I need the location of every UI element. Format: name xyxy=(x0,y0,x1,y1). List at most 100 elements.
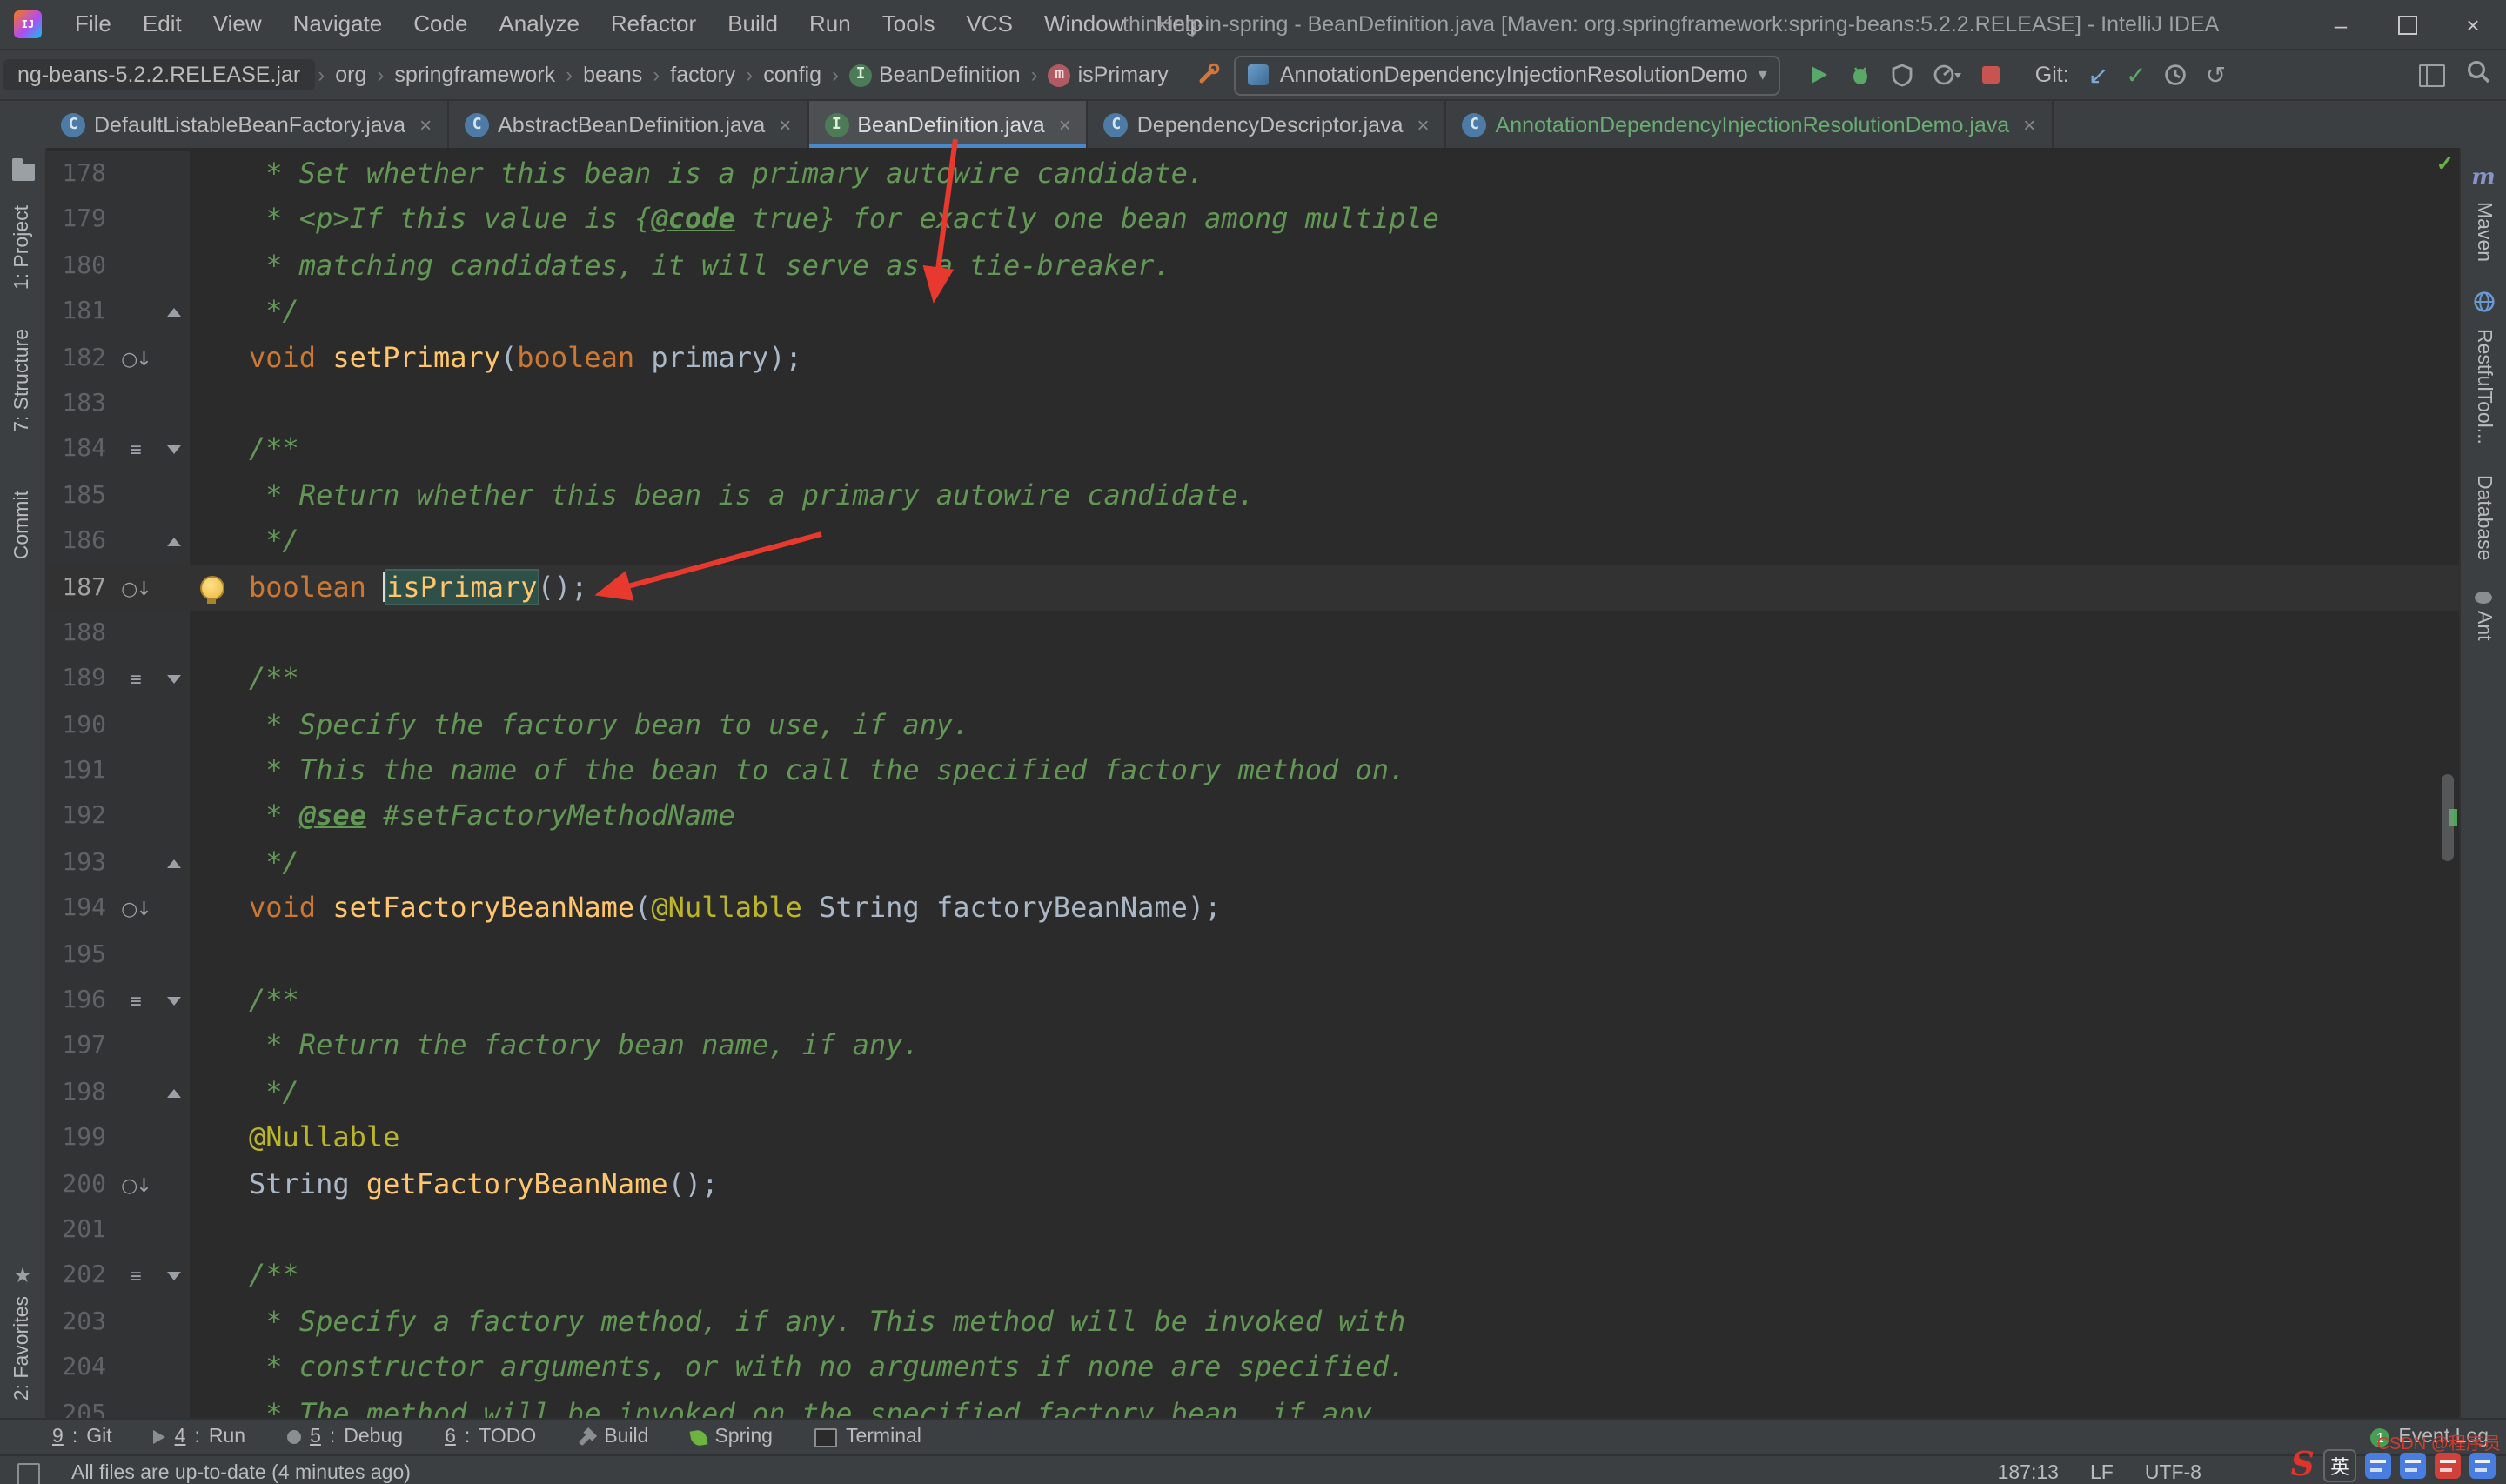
toolwindow-button-build[interactable]: Build xyxy=(578,1427,648,1447)
menu-item-tools[interactable]: Tools xyxy=(867,0,951,49)
code-line[interactable]: 202 /** xyxy=(47,1253,2459,1300)
fold-end-icon[interactable] xyxy=(167,307,181,317)
code-line[interactable]: 205 * The method will be invoked on the … xyxy=(47,1391,2459,1418)
coverage-button[interactable] xyxy=(1891,63,1915,87)
code-line[interactable]: 179 * <p>If this value is {@code true} f… xyxy=(47,197,2459,244)
doc-render-toggle-icon[interactable] xyxy=(130,976,141,1026)
debug-button[interactable] xyxy=(1849,63,1873,87)
toolwindow-button-ant[interactable]: Ant xyxy=(2473,612,2494,642)
code-line[interactable]: 190 * Specify the factory bean to use, i… xyxy=(47,702,2459,749)
git-history-button[interactable] xyxy=(2164,63,2188,87)
profiler-button[interactable] xyxy=(1933,63,1964,87)
code-line[interactable]: 180 * matching candidates, it will serve… xyxy=(47,243,2459,290)
code-line[interactable]: 184 /** xyxy=(47,425,2459,475)
minimize-button[interactable]: – xyxy=(2308,0,2374,49)
breadcrumb-item[interactable]: springframework xyxy=(387,61,562,89)
run-configuration-select[interactable]: AnnotationDependencyInjectionResolutionD… xyxy=(1234,55,1781,95)
doc-render-toggle-icon[interactable] xyxy=(130,1252,141,1301)
menu-item-navigate[interactable]: Navigate xyxy=(278,0,399,49)
code-line[interactable]: 181 */ xyxy=(47,289,2459,336)
toolwindow-button-commit[interactable]: Commit xyxy=(12,491,33,559)
toolwindow-button-maven[interactable]: Maven xyxy=(2473,202,2494,262)
breadcrumb-item[interactable]: beans xyxy=(576,61,649,89)
fold-start-icon[interactable] xyxy=(167,674,181,684)
intention-bulb-icon[interactable] xyxy=(200,575,224,604)
run-button[interactable] xyxy=(1807,63,1832,87)
code-line[interactable]: 204 * constructor arguments, or with no … xyxy=(47,1345,2459,1392)
toolwindow-button-run[interactable]: 4 Run xyxy=(153,1427,245,1447)
implemented-marker-icon[interactable] xyxy=(121,333,151,383)
git-rollback-button[interactable]: ↺ xyxy=(2206,60,2226,90)
menu-item-refactor[interactable]: Refactor xyxy=(595,0,712,49)
maven-icon[interactable]: m xyxy=(2471,165,2496,191)
menu-item-analyze[interactable]: Analyze xyxy=(483,0,595,49)
fold-start-icon[interactable] xyxy=(167,996,181,1006)
toolwindow-button-debug[interactable]: 5 Debug xyxy=(287,1427,403,1447)
code-line[interactable]: 183 xyxy=(47,380,2459,427)
tab-close-icon[interactable]: × xyxy=(779,112,791,137)
code-line[interactable]: 197 * Return the factory bean name, if a… xyxy=(47,1023,2459,1070)
tab-close-icon[interactable]: × xyxy=(2023,112,2035,137)
code-line[interactable]: 195 xyxy=(47,932,2459,979)
caret-position[interactable]: 187:13 xyxy=(1998,1463,2059,1484)
maximize-button[interactable] xyxy=(2374,0,2440,49)
code-line[interactable]: 187 boolean isPrimary(); xyxy=(47,565,2459,611)
globe-icon[interactable] xyxy=(2472,290,2495,318)
toolwindow-button-database[interactable]: Database xyxy=(2473,475,2494,560)
doc-render-toggle-icon[interactable] xyxy=(130,425,141,475)
editor-tab[interactable]: C AnnotationDependencyInjectionResolution… xyxy=(1446,101,2054,148)
fold-start-icon[interactable] xyxy=(167,445,181,455)
doc-render-toggle-icon[interactable] xyxy=(130,655,141,705)
menu-item-view[interactable]: View xyxy=(198,0,278,49)
file-encoding[interactable]: UTF-8 xyxy=(2145,1463,2201,1484)
breadcrumb-item[interactable]: org xyxy=(328,61,373,89)
git-commit-button[interactable]: ✓ xyxy=(2126,60,2146,90)
editor-tab[interactable]: C DependencyDescriptor.java × xyxy=(1088,101,1447,148)
ant-icon[interactable] xyxy=(2475,592,2492,605)
code-line[interactable]: 200 String getFactoryBeanName(); xyxy=(47,1161,2459,1207)
editor-scrollbar[interactable] xyxy=(2438,179,2459,1418)
code-line[interactable]: 193 */ xyxy=(47,839,2459,886)
menu-item-edit[interactable]: Edit xyxy=(127,0,198,49)
code-editor[interactable]: 178 * Set whether this bean is a primary… xyxy=(47,148,2459,1418)
toolwindow-button-spring[interactable]: Spring xyxy=(689,1427,773,1447)
tab-close-icon[interactable]: × xyxy=(1059,112,1071,137)
code-line[interactable]: 192 * @see #setFactoryMethodName xyxy=(47,793,2459,840)
code-line[interactable]: 196 /** xyxy=(47,978,2459,1024)
code-line[interactable]: 199 @Nullable xyxy=(47,1115,2459,1162)
toolwindow-switcher-icon[interactable] xyxy=(17,1462,40,1484)
implemented-marker-icon[interactable] xyxy=(121,563,151,612)
code-line[interactable]: 186 */ xyxy=(47,518,2459,565)
ime-settings-icon[interactable] xyxy=(2469,1453,2496,1479)
stop-button[interactable] xyxy=(1981,64,2002,85)
hide-toolwindows-button[interactable] xyxy=(2419,64,2445,86)
menu-item-file[interactable]: File xyxy=(59,0,127,49)
menu-item-vcs[interactable]: VCS xyxy=(950,0,1028,49)
code-line[interactable]: 203 * Specify a factory method, if any. … xyxy=(47,1299,2459,1346)
code-line[interactable]: 178 * Set whether this bean is a primary… xyxy=(47,151,2459,197)
breadcrumb-item[interactable]: ng-beans-5.2.2.RELEASE.jar xyxy=(3,59,315,90)
breadcrumb-item[interactable]: m isPrimary xyxy=(1042,61,1176,89)
tab-close-icon[interactable]: × xyxy=(1417,112,1430,137)
menu-item-run[interactable]: Run xyxy=(794,0,867,49)
code-line[interactable]: 185 * Return whether this bean is a prim… xyxy=(47,472,2459,519)
fold-end-icon[interactable] xyxy=(167,859,181,868)
ime-language-badge[interactable]: 英 xyxy=(2323,1449,2356,1482)
editor-tab[interactable]: C AbstractBeanDefinition.java × xyxy=(449,101,809,148)
implemented-marker-icon[interactable] xyxy=(121,1160,151,1209)
toolwindow-button-structure[interactable]: 7: Structure xyxy=(12,328,33,431)
inspection-status-icon[interactable]: ✓ xyxy=(2436,151,2454,176)
ime-keyboard-icon[interactable] xyxy=(2400,1453,2426,1479)
ime-skin-icon[interactable] xyxy=(2435,1453,2461,1479)
code-line[interactable]: 194 void setFactoryBeanName(@Nullable Str… xyxy=(47,886,2459,933)
tab-close-icon[interactable]: × xyxy=(419,112,432,137)
toolwindow-button-favorites[interactable]: 2: Favorites xyxy=(12,1296,33,1400)
toolwindow-button-todo[interactable]: 6 TODO xyxy=(445,1427,536,1447)
editor-tab[interactable]: C DefaultListableBeanFactory.java × xyxy=(45,101,450,148)
ime-menu-icon[interactable] xyxy=(2365,1453,2391,1479)
toolwindow-button-restfultool[interactable]: RestfulTool... xyxy=(2473,328,2494,444)
menu-item-build[interactable]: Build xyxy=(712,0,794,49)
project-folder-icon[interactable] xyxy=(11,158,34,181)
editor-tab[interactable]: I BeanDefinition.java × xyxy=(808,101,1089,148)
breadcrumb-item[interactable]: config xyxy=(756,61,828,89)
